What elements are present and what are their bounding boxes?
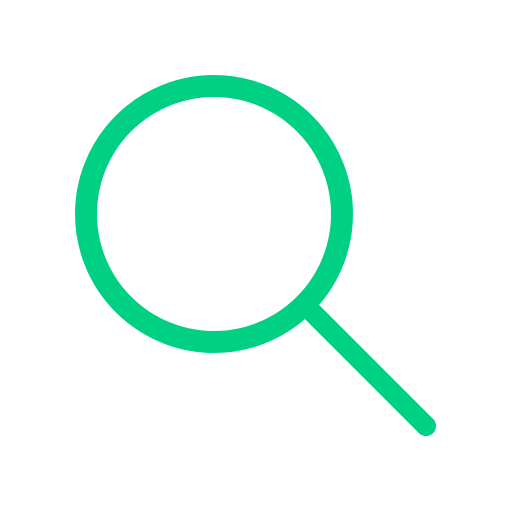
search-icon[interactable]: [0, 0, 512, 512]
handle-line: [298, 298, 436, 436]
icon-canvas: [0, 0, 512, 512]
magnifier-graphic: [75, 75, 436, 436]
